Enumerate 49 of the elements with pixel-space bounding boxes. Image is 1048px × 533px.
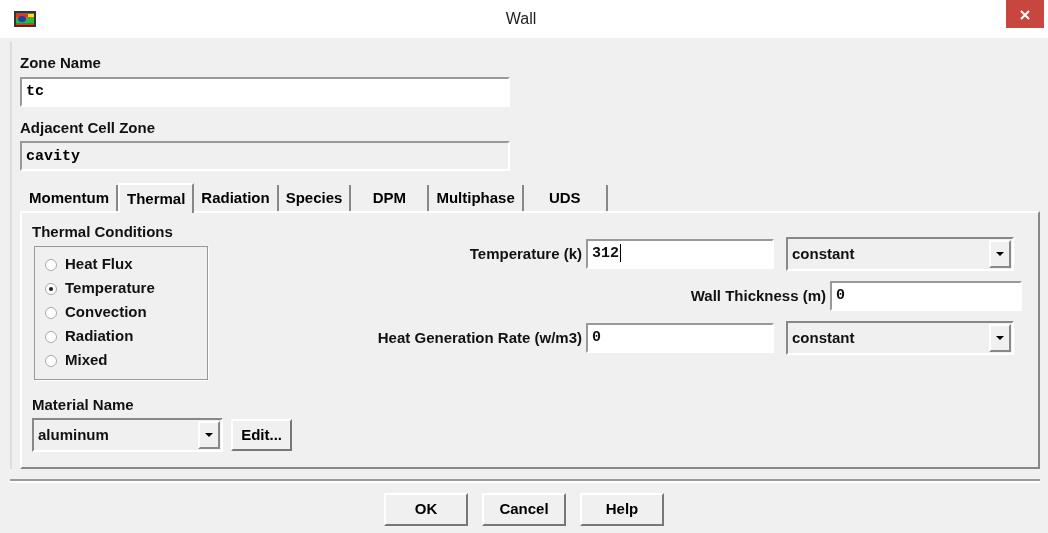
input-field[interactable]: 312 (586, 239, 774, 269)
field-label: Zone Name (20, 53, 101, 73)
close-button[interactable] (1006, 0, 1044, 28)
radio-label: Temperature (65, 278, 155, 299)
dropdown[interactable]: constant (786, 321, 1014, 355)
app-icon (14, 11, 36, 27)
dropdown-value: constant (791, 327, 856, 348)
radio-option[interactable]: Radiation (45, 324, 197, 349)
tab[interactable]: Multiphase (429, 185, 524, 211)
dialog-button[interactable]: OK (384, 493, 468, 526)
dropdown[interactable]: constant (786, 237, 1014, 271)
radio-label: Mixed (65, 350, 108, 371)
caret-icon (989, 324, 1011, 352)
radio-label: Heat Flux (65, 254, 133, 275)
radio-option[interactable]: Mixed (45, 348, 197, 373)
input-field[interactable]: 0 (586, 323, 774, 353)
field-label: Heat Generation Rate (w/m3) (377, 327, 582, 348)
tab[interactable]: Radiation (194, 185, 279, 211)
field-label: Adjacent Cell Zone (20, 117, 156, 138)
radio-button[interactable] (45, 330, 57, 343)
field-label: Temperature (k) (469, 243, 582, 264)
zone-name-field[interactable]: tc (20, 76, 510, 107)
close-icon (1020, 9, 1030, 20)
radio-option[interactable]: Convection (45, 300, 197, 325)
radio-button[interactable] (45, 306, 57, 319)
tab[interactable]: Species (278, 185, 352, 211)
dropdown-value: constant (791, 243, 856, 264)
tab[interactable]: UDS (523, 185, 608, 211)
radio-option[interactable]: Temperature (45, 276, 197, 301)
radio-button[interactable] (45, 354, 57, 367)
radio-label: Radiation (65, 326, 134, 347)
material-dropdown[interactable]: aluminum (32, 418, 224, 452)
edit-button[interactable]: Edit... (231, 418, 292, 452)
group-label: Thermal Conditions (32, 223, 173, 240)
radio-label: Convection (65, 302, 147, 323)
input-field[interactable]: 0 (830, 281, 1022, 311)
field-label: Wall Thickness (m) (690, 285, 826, 306)
dialog-button[interactable]: Help (580, 493, 664, 526)
tab[interactable]: Thermal (118, 183, 195, 213)
dialog-button[interactable]: Cancel (482, 493, 566, 526)
radio-option[interactable]: Heat Flux (45, 252, 197, 277)
radio-button[interactable] (45, 258, 57, 271)
caret-icon (198, 421, 221, 449)
field-label: Material Name (32, 394, 134, 415)
dropdown-value: aluminum (37, 424, 110, 445)
caret-icon (989, 240, 1011, 268)
window-title: Wall (504, 9, 538, 29)
tab[interactable]: DPM (351, 185, 430, 211)
radio-button[interactable] (45, 282, 57, 295)
